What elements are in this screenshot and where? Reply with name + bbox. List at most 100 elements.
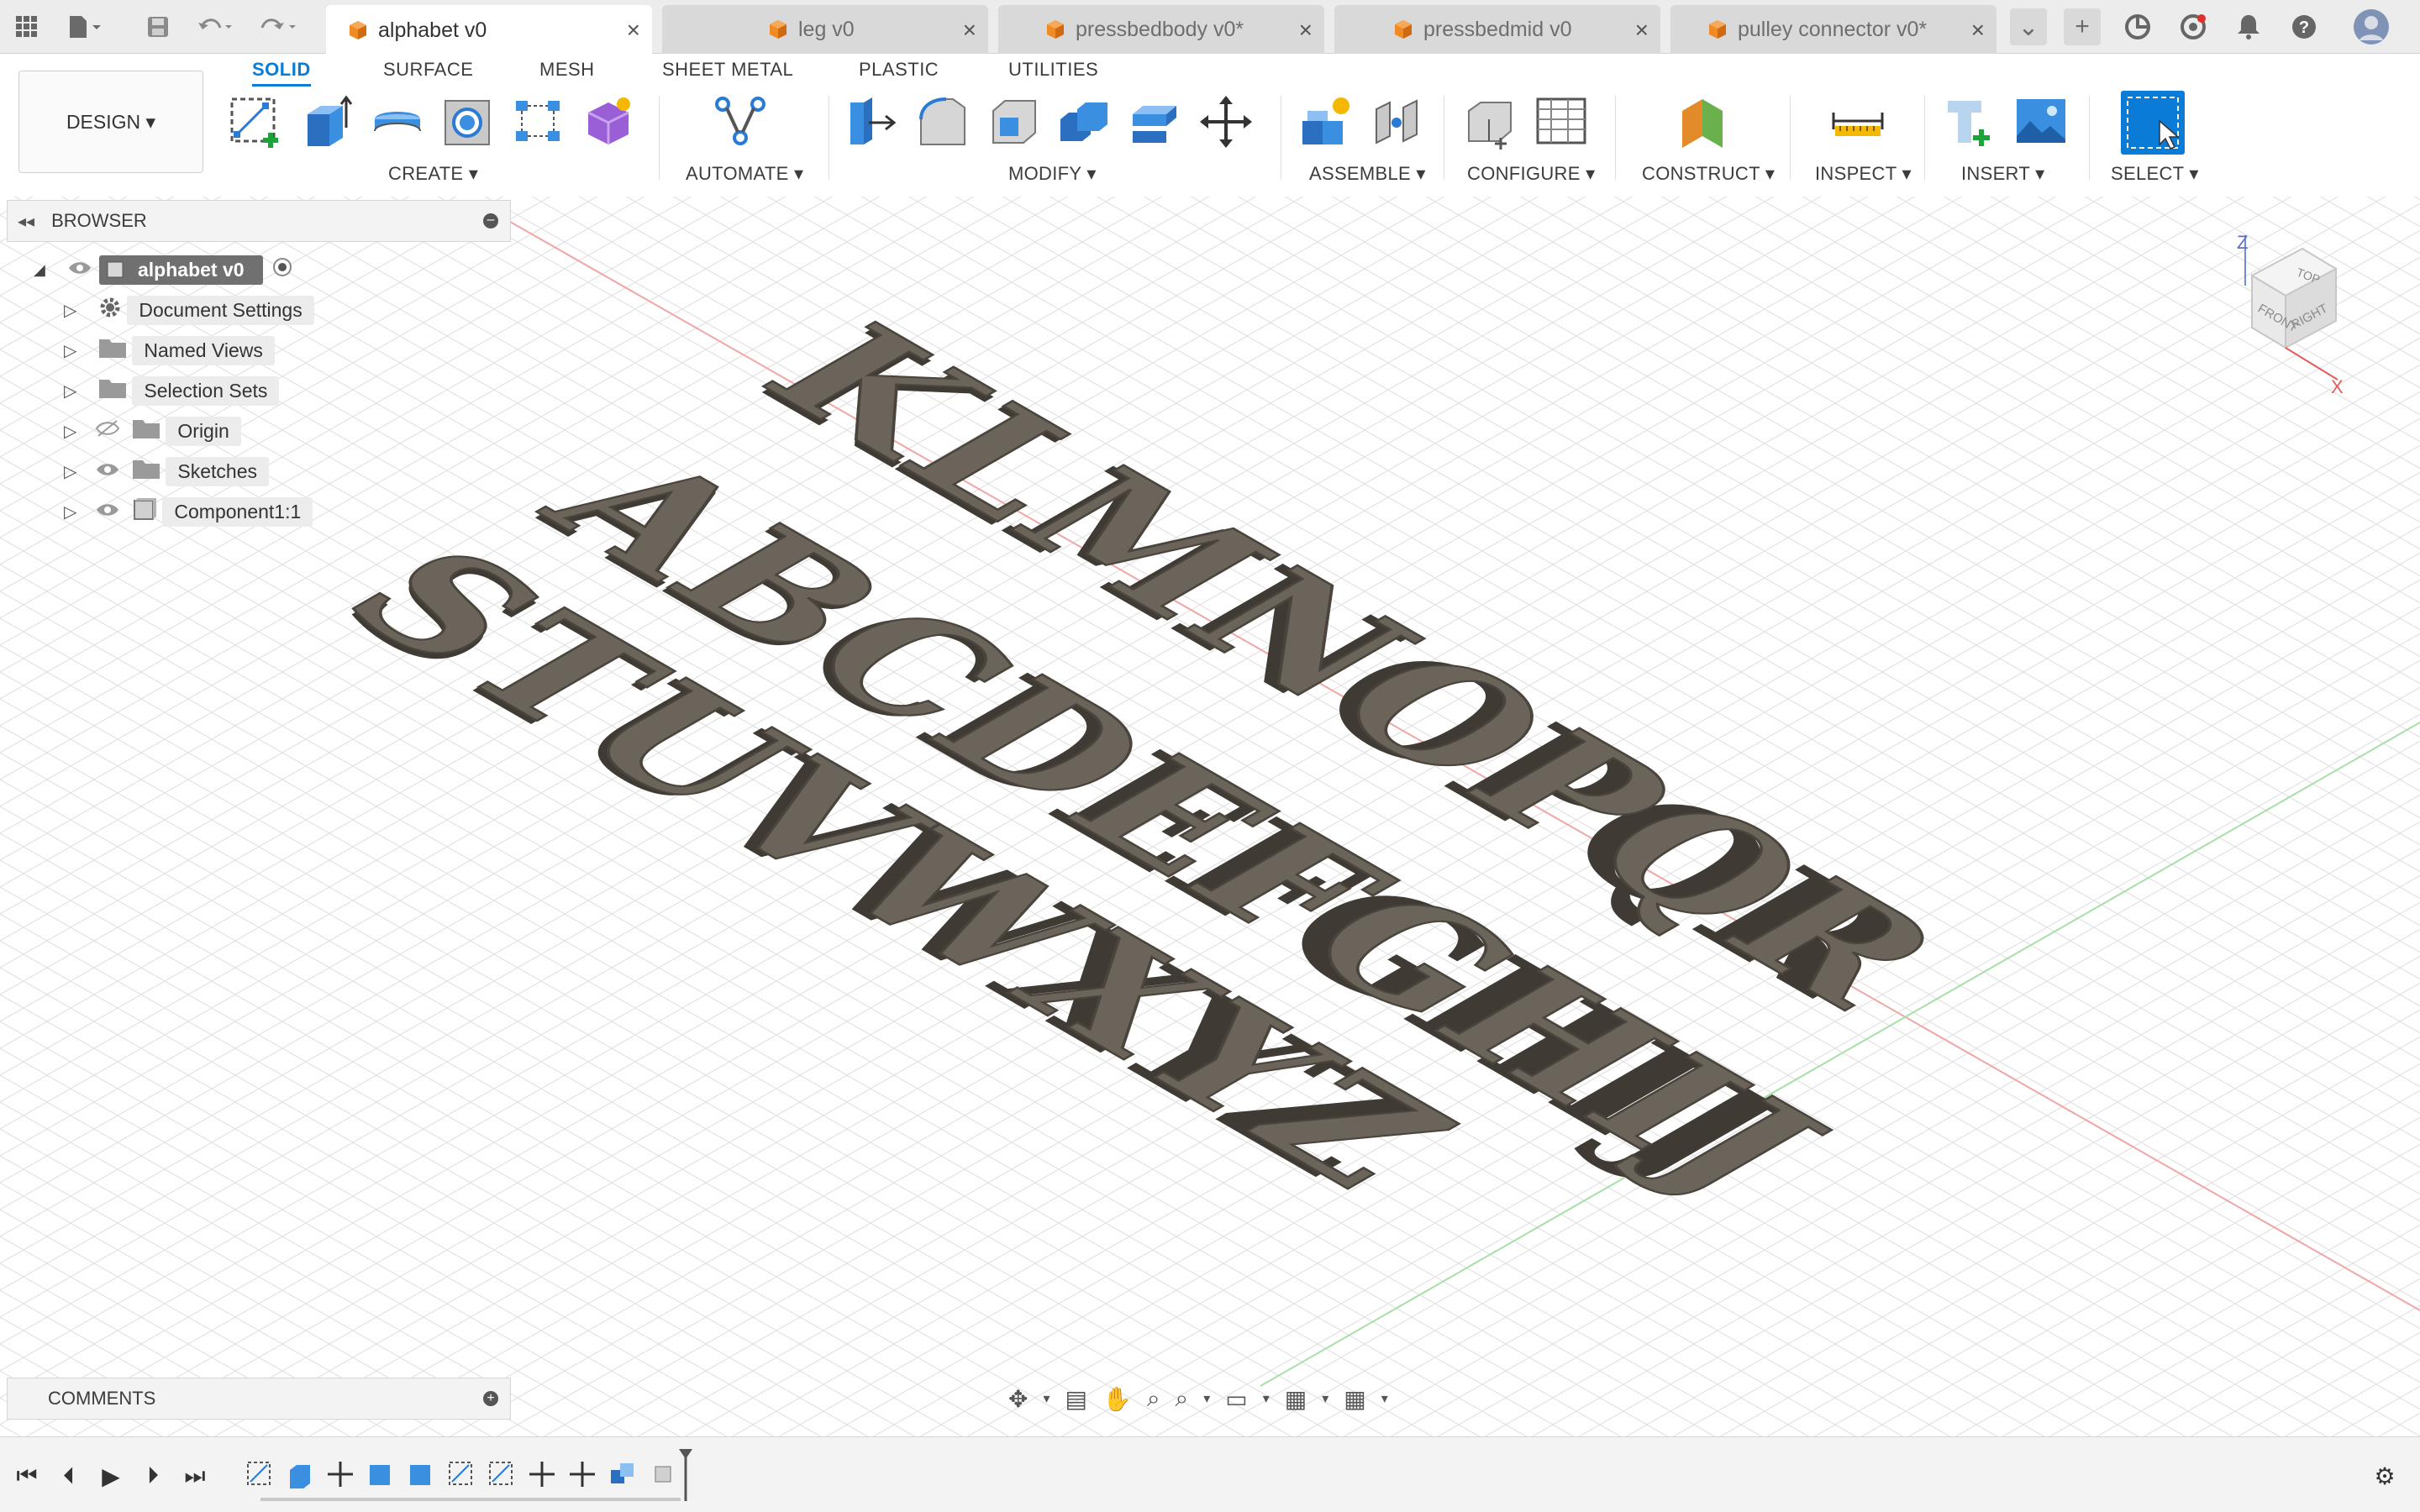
expand-triangle-icon[interactable]: ▷ xyxy=(64,421,76,442)
tab-utilities[interactable]: UTILITIES xyxy=(1008,59,1098,81)
insert-menu[interactable]: INSERT ▾ xyxy=(1961,163,2044,185)
tab-pulley-connector[interactable]: pulley connector v0* × xyxy=(1670,5,1996,54)
step-back-icon[interactable]: ⏴ xyxy=(54,1461,84,1491)
save-icon[interactable] xyxy=(139,8,176,45)
tab-surface[interactable]: SURFACE xyxy=(383,59,473,81)
collapse-triangle-icon[interactable]: ◢ xyxy=(34,261,55,279)
redo-icon[interactable] xyxy=(260,8,297,45)
insert-derive-icon[interactable] xyxy=(1943,94,1998,150)
pattern-icon[interactable] xyxy=(511,94,566,150)
expand-panel-icon[interactable]: + xyxy=(483,1391,498,1406)
tab-pressbedbody[interactable]: pressbedbody v0* × xyxy=(998,5,1324,54)
browser-item-component1[interactable]: ▷ Component1:1 xyxy=(64,496,313,528)
undo-icon[interactable] xyxy=(197,8,234,45)
tab-solid[interactable]: SOLID xyxy=(252,59,311,87)
shell-icon[interactable] xyxy=(986,94,1042,150)
select-menu[interactable]: SELECT ▾ xyxy=(2111,163,2199,185)
timeline-extrude-icon[interactable] xyxy=(366,1460,395,1493)
timeline-sketch-icon[interactable] xyxy=(245,1460,274,1493)
user-avatar[interactable] xyxy=(2353,8,2390,45)
assemble-menu[interactable]: ASSEMBLE ▾ xyxy=(1309,163,1426,185)
go-to-end-icon[interactable]: ⏭ xyxy=(180,1461,210,1491)
extensions-icon[interactable] xyxy=(2119,8,2156,45)
close-icon[interactable]: × xyxy=(1635,17,1649,44)
create-form-icon[interactable] xyxy=(581,94,637,150)
combine-icon[interactable] xyxy=(1057,94,1113,150)
chevron-down-icon[interactable]: ▾ xyxy=(1322,1390,1328,1407)
visibility-eye-icon[interactable] xyxy=(67,259,92,281)
create-sketch-icon[interactable] xyxy=(229,94,284,150)
tab-sheet-metal[interactable]: SHEET METAL xyxy=(662,59,793,81)
configure-design-icon[interactable] xyxy=(1464,94,1519,150)
chevron-down-icon[interactable]: ▾ xyxy=(1381,1390,1388,1407)
activate-radio-icon[interactable] xyxy=(271,256,293,283)
new-component-icon[interactable] xyxy=(1299,94,1355,150)
viewcube[interactable]: Z X TOP FRONT RIGHT xyxy=(2235,227,2353,397)
step-forward-icon[interactable]: ⏵ xyxy=(138,1461,168,1491)
chevron-down-icon[interactable]: ▾ xyxy=(1203,1390,1210,1407)
browser-item-sketches[interactable]: ▷ Sketches xyxy=(64,455,269,487)
automate-menu[interactable]: AUTOMATE ▾ xyxy=(686,163,803,185)
notifications-bell-icon[interactable] xyxy=(2230,8,2267,45)
close-icon[interactable]: × xyxy=(1971,17,1985,44)
browser-panel-header[interactable]: ◂◂ BROWSER – xyxy=(7,200,511,242)
expand-triangle-icon[interactable]: ▷ xyxy=(64,461,76,482)
tab-plastic[interactable]: PLASTIC xyxy=(859,59,939,81)
help-icon[interactable]: ? xyxy=(2286,8,2323,45)
minimize-panel-icon[interactable]: – xyxy=(483,213,498,228)
visibility-hidden-eye-icon[interactable] xyxy=(95,419,120,443)
browser-item-origin[interactable]: ▷ Origin xyxy=(64,415,241,447)
expand-triangle-icon[interactable]: ▷ xyxy=(64,300,76,321)
construct-menu[interactable]: CONSTRUCT ▾ xyxy=(1642,163,1775,185)
visibility-eye-icon[interactable] xyxy=(95,501,120,523)
expand-triangle-icon[interactable]: ▷ xyxy=(64,501,76,522)
timeline-extrude-icon[interactable] xyxy=(286,1460,314,1493)
timeline-move-icon[interactable] xyxy=(528,1460,556,1493)
extrude-icon[interactable] xyxy=(299,94,355,150)
browser-item-selection-sets[interactable]: ▷ Selection Sets xyxy=(64,375,280,407)
look-at-icon[interactable]: ▤ xyxy=(1065,1385,1087,1413)
modify-menu[interactable]: MODIFY ▾ xyxy=(1008,163,1097,185)
tab-leg[interactable]: leg v0 × xyxy=(662,5,988,54)
tab-pressbedmid[interactable]: pressbedmid v0 × xyxy=(1334,5,1660,54)
insert-canvas-image-icon[interactable] xyxy=(2013,94,2069,150)
timeline-settings-gear-icon[interactable]: ⚙ xyxy=(2370,1461,2400,1491)
press-pull-icon[interactable] xyxy=(845,94,901,150)
configure-menu[interactable]: CONFIGURE ▾ xyxy=(1467,163,1595,185)
chevron-down-icon[interactable]: ▾ xyxy=(1263,1390,1270,1407)
automate-icon[interactable] xyxy=(713,94,768,150)
offset-plane-icon[interactable] xyxy=(1677,94,1733,150)
display-settings-icon[interactable]: ▭ xyxy=(1225,1385,1247,1413)
viewports-icon[interactable]: ▦ xyxy=(1344,1385,1365,1413)
joint-icon[interactable] xyxy=(1370,94,1425,150)
inspect-menu[interactable]: INSPECT ▾ xyxy=(1815,163,1912,185)
timeline-marker[interactable] xyxy=(677,1449,692,1501)
revolve-icon[interactable] xyxy=(370,94,425,150)
timeline-move-icon[interactable] xyxy=(326,1460,355,1493)
timeline-move-icon[interactable] xyxy=(568,1460,597,1493)
browser-item-named-views[interactable]: ▷ Named Views xyxy=(64,334,275,366)
fillet-icon[interactable] xyxy=(916,94,971,150)
browser-root-item[interactable]: ◢ alphabet v0 xyxy=(34,254,293,286)
timeline-combine-icon[interactable] xyxy=(608,1460,637,1493)
tab-alphabet[interactable]: alphabet v0 × xyxy=(326,5,652,55)
play-icon[interactable]: ▶ xyxy=(96,1461,126,1491)
new-tab-plus-icon[interactable]: + xyxy=(2064,8,2101,45)
tab-mesh[interactable]: MESH xyxy=(539,59,595,81)
browser-item-document-settings[interactable]: ▷ Document Settings xyxy=(64,294,314,326)
timeline-extrude-icon[interactable] xyxy=(407,1460,435,1493)
move-copy-icon[interactable] xyxy=(1198,94,1254,150)
select-icon[interactable] xyxy=(2121,91,2185,155)
create-menu[interactable]: CREATE ▾ xyxy=(388,163,478,185)
close-icon[interactable]: × xyxy=(627,17,640,44)
go-to-start-icon[interactable]: ⏮ xyxy=(12,1461,42,1491)
3d-viewport[interactable]: KLMNOPQR KLMNOPQR ABCDEFGHIJ ABCDEFGHIJ … xyxy=(0,197,2420,1436)
job-status-icon[interactable] xyxy=(2175,8,2212,45)
file-menu-icon[interactable] xyxy=(66,8,103,45)
measure-icon[interactable] xyxy=(1830,94,1886,150)
configuration-table-icon[interactable] xyxy=(1534,94,1590,150)
comments-panel[interactable]: COMMENTS + xyxy=(7,1378,511,1420)
orbit-icon[interactable]: ✥ xyxy=(1008,1385,1028,1413)
collapse-panel-icon[interactable]: ◂◂ xyxy=(18,211,34,232)
expand-triangle-icon[interactable]: ▷ xyxy=(64,381,76,402)
